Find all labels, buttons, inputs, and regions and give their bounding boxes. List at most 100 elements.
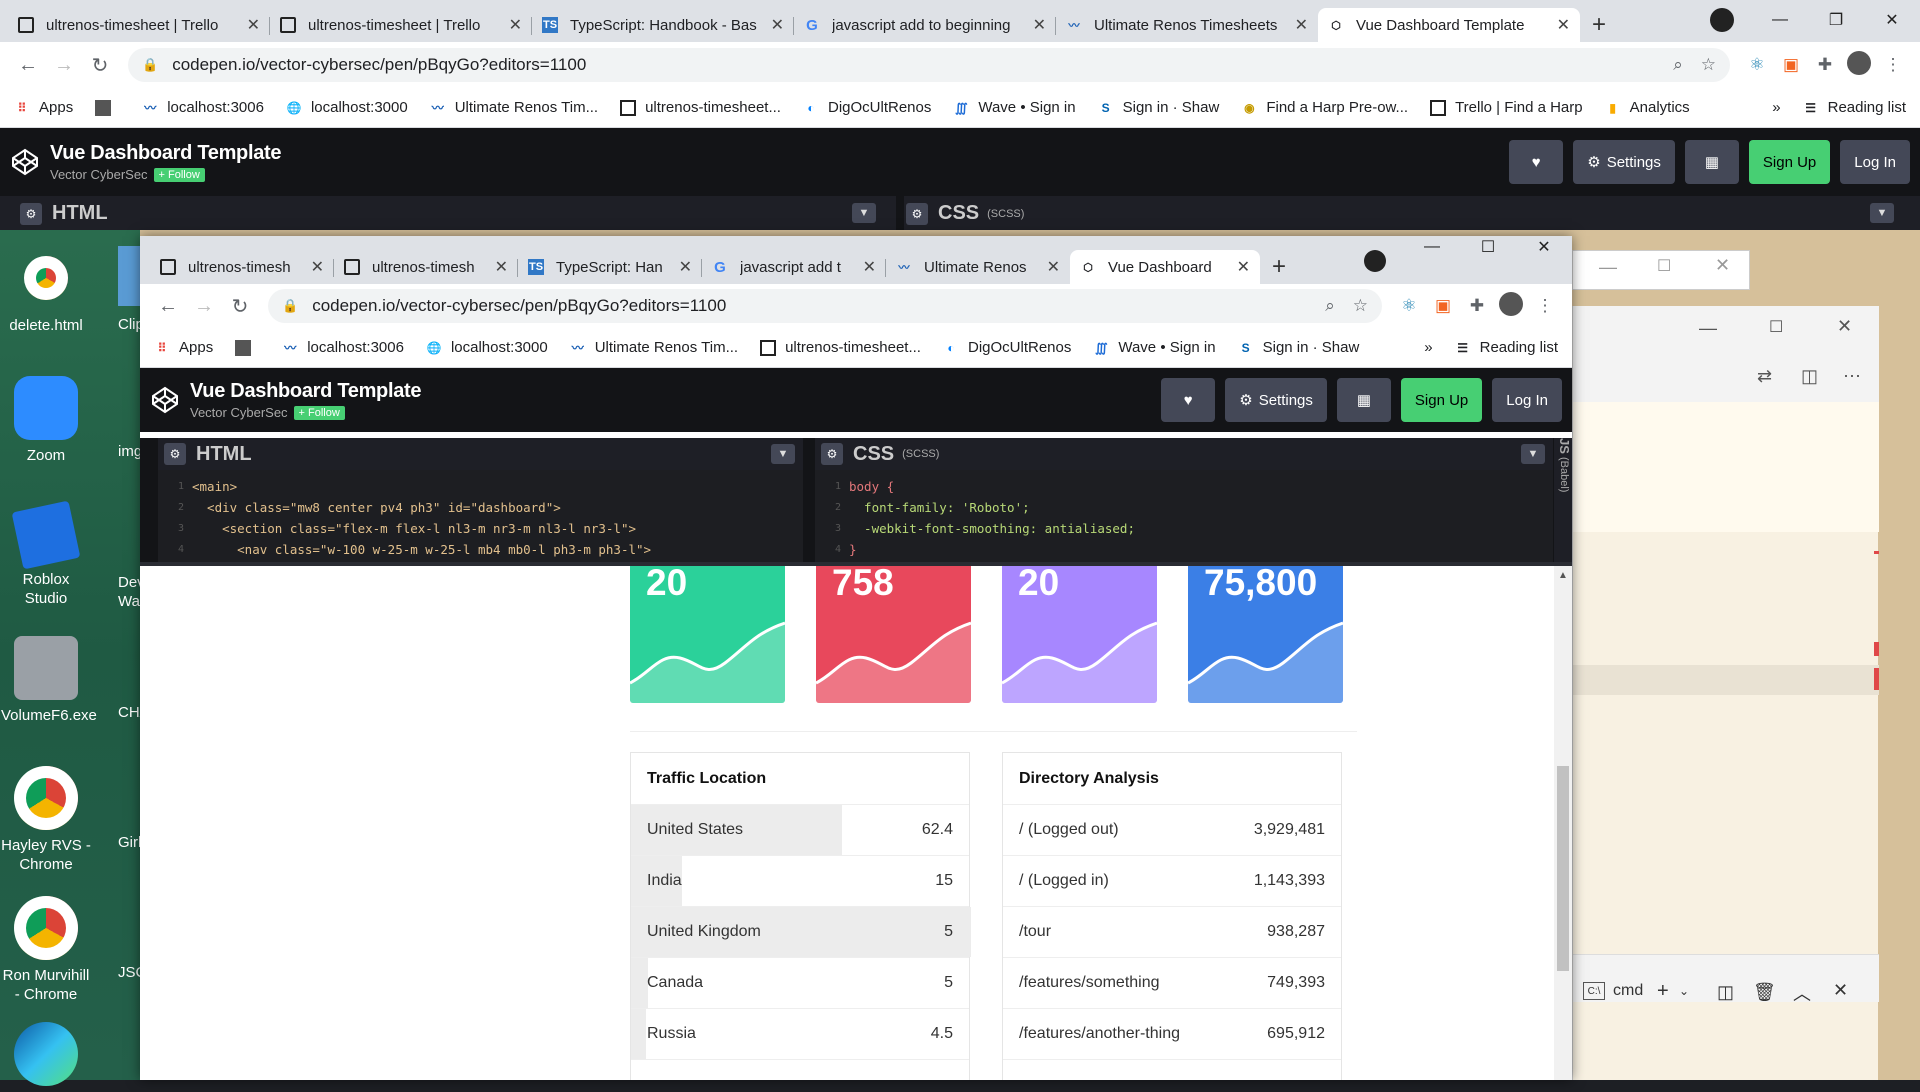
inner-tab-3[interactable]: TS TypeScript: Han ✕	[518, 250, 702, 284]
outer-tab-5[interactable]: 〰 Ultimate Renos Timesheets ✕	[1056, 8, 1318, 42]
forward-icon[interactable]: →	[46, 54, 82, 77]
close-panel-icon[interactable]: ✕	[1833, 980, 1848, 1001]
avatar[interactable]	[1494, 291, 1528, 321]
reading-list[interactable]: ☰ Reading list	[1803, 99, 1906, 116]
close-icon[interactable]: ✕	[247, 15, 260, 35]
chevron-down-icon[interactable]: ▼	[771, 444, 795, 464]
minimize-icon[interactable]: —	[1404, 236, 1460, 258]
scrollbar[interactable]: ▲	[1554, 566, 1572, 1080]
follow-button[interactable]: + Follow	[153, 167, 205, 182]
zoom-icon[interactable]: ⌕	[1325, 296, 1335, 316]
pen-author[interactable]: Vector CyberSec	[190, 405, 288, 420]
inner-tab-6[interactable]: ⬡ Vue Dashboard ✕	[1070, 250, 1260, 284]
bookmark-ultrenos-timesheet[interactable]: ultrenos-timesheet...	[760, 339, 921, 356]
puzzle-icon[interactable]: ✚	[1460, 296, 1494, 316]
close-icon[interactable]: ✕	[1237, 257, 1250, 277]
gear-icon[interactable]: ⚙	[20, 202, 42, 225]
inner-tab-5[interactable]: 〰 Ultimate Renos ✕	[886, 250, 1070, 284]
star-icon[interactable]: ☆	[1353, 296, 1368, 316]
zoom-icon[interactable]: ⌕	[1673, 55, 1683, 75]
desktop-icon-delete-html[interactable]: delete.html	[1, 246, 91, 335]
desktop-icon-edge[interactable]	[1, 1022, 91, 1092]
js-editor-collapsed[interactable]: JS (Babel)	[1554, 438, 1572, 562]
desktop-icon-hayley-chrome[interactable]: Hayley RVS - Chrome	[1, 766, 91, 874]
forward-icon[interactable]: →	[186, 295, 222, 318]
reading-list[interactable]: ☰ Reading list	[1455, 339, 1558, 356]
avatar[interactable]	[1842, 50, 1876, 80]
bookmark-wave[interactable]: ∭ Wave • Sign in	[953, 99, 1076, 116]
tab-search-icon[interactable]	[1364, 250, 1386, 272]
extension-off-icon[interactable]: ▣	[1774, 55, 1808, 75]
outer-address-bar[interactable]: 🔒 codepen.io/vector-cybersec/pen/pBqyGo?…	[128, 48, 1730, 82]
bookmarks-more[interactable]: »	[1424, 339, 1432, 356]
bookmark-ultimate-renos[interactable]: 〰 Ultimate Renos Tim...	[430, 99, 598, 116]
maximize-icon[interactable]: ☐	[1460, 236, 1516, 258]
maximize-icon[interactable]: ☐	[1657, 256, 1671, 276]
scroll-up-icon[interactable]: ▲	[1558, 570, 1568, 581]
chevron-down-icon[interactable]: ⌄	[1679, 984, 1689, 998]
desktop-icon-volume[interactable]: VolumeF6.exe	[1, 636, 97, 725]
desktop-icon-ron-chrome[interactable]: Ron Murvihill - Chrome	[1, 896, 91, 1004]
close-icon[interactable]: ✕	[1557, 15, 1570, 35]
close-icon[interactable]: ✕	[509, 15, 522, 35]
inner-address-bar[interactable]: 🔒 codepen.io/vector-cybersec/pen/pBqyGo?…	[268, 289, 1382, 323]
outer-tab-2[interactable]: ultrenos-timesheet | Trello ✕	[270, 8, 532, 42]
bookmark-analytics[interactable]: ▮ Analytics	[1605, 99, 1689, 116]
heart-button[interactable]: ♥	[1161, 378, 1216, 422]
bookmark-harp[interactable]: ◉ Find a Harp Pre-ow...	[1241, 99, 1408, 116]
bookmarks-more[interactable]: »	[1772, 99, 1780, 116]
gear-icon[interactable]: ⚙	[164, 443, 186, 465]
new-terminal-icon[interactable]: +	[1657, 980, 1669, 1003]
bookmark-folder[interactable]	[95, 99, 120, 116]
puzzle-icon[interactable]: ✚	[1808, 55, 1842, 75]
chevron-down-icon[interactable]: ▼	[1521, 444, 1545, 464]
chevron-down-icon[interactable]: ▼	[852, 203, 876, 223]
bookmark-folder[interactable]	[235, 339, 260, 356]
extension-off-icon[interactable]: ▣	[1426, 296, 1460, 316]
maximize-icon[interactable]: ❐	[1808, 0, 1864, 40]
follow-button[interactable]: + Follow	[293, 405, 345, 420]
close-icon[interactable]: ✕	[1033, 15, 1046, 35]
bookmark-digocultrenos[interactable]: ◐ DigOcUltRenos	[803, 99, 931, 116]
login-button[interactable]: Log In	[1840, 140, 1910, 184]
signup-button[interactable]: Sign Up	[1748, 140, 1831, 184]
inner-tab-2[interactable]: ultrenos-timesh ✕	[334, 250, 518, 284]
bookmark-localhost-3000[interactable]: 🌐 localhost:3000	[426, 339, 547, 356]
gear-icon[interactable]: ⚙	[821, 443, 843, 465]
bookmark-localhost-3006[interactable]: 〰 localhost:3006	[142, 99, 264, 116]
react-devtools-icon[interactable]: ⚛	[1392, 296, 1426, 316]
close-window-icon[interactable]: ✕	[1516, 236, 1572, 258]
gear-icon[interactable]: ⚙	[906, 202, 928, 225]
minimize-icon[interactable]: —	[1699, 318, 1717, 339]
compare-icon[interactable]: ⇄	[1757, 366, 1772, 387]
chevron-down-icon[interactable]: ▼	[1870, 203, 1894, 223]
bookmark-trello-harp[interactable]: Trello | Find a Harp	[1430, 99, 1583, 116]
split-terminal-icon[interactable]: ◫	[1717, 982, 1734, 1003]
bookmark-apps[interactable]: ⠿ Apps	[154, 339, 214, 356]
outer-tab-1[interactable]: ultrenos-timesheet | Trello ✕	[8, 8, 270, 42]
desktop-icon-zoom[interactable]: Zoom	[1, 376, 91, 465]
back-icon[interactable]: ←	[10, 54, 46, 77]
back-icon[interactable]: ←	[150, 295, 186, 318]
bookmark-shaw[interactable]: S Sign in · Shaw	[1238, 339, 1360, 356]
close-icon[interactable]: ✕	[1047, 257, 1060, 277]
inner-tab-1[interactable]: ultrenos-timesh ✕	[150, 250, 334, 284]
css-editor[interactable]: ⚙ CSS (SCSS) ▼ 1 body { 2 font-family: 'R…	[815, 438, 1553, 562]
reload-icon[interactable]: ↻	[82, 53, 118, 78]
close-window-icon[interactable]: ✕	[1715, 255, 1730, 276]
bookmark-wave[interactable]: ∭ Wave • Sign in	[1093, 339, 1216, 356]
react-devtools-icon[interactable]: ⚛	[1740, 55, 1774, 75]
more-actions-icon[interactable]: ⋯	[1843, 366, 1861, 387]
close-icon[interactable]: ✕	[863, 257, 876, 277]
login-button[interactable]: Log In	[1492, 378, 1562, 422]
bookmark-digocultrenos[interactable]: ◐ DigOcUltRenos	[943, 339, 1071, 356]
close-icon[interactable]: ✕	[1295, 15, 1308, 35]
chevron-up-icon[interactable]: ︿	[1793, 980, 1811, 1006]
bookmark-ultimate-renos[interactable]: 〰 Ultimate Renos Tim...	[570, 339, 738, 356]
close-window-icon[interactable]: ✕	[1837, 316, 1852, 337]
maximize-icon[interactable]: ☐	[1769, 317, 1783, 337]
bookmark-localhost-3006[interactable]: 〰 localhost:3006	[282, 339, 404, 356]
pen-author[interactable]: Vector CyberSec	[50, 167, 148, 182]
heart-button[interactable]: ♥	[1509, 140, 1564, 184]
menu-icon[interactable]: ⋮	[1528, 296, 1562, 316]
